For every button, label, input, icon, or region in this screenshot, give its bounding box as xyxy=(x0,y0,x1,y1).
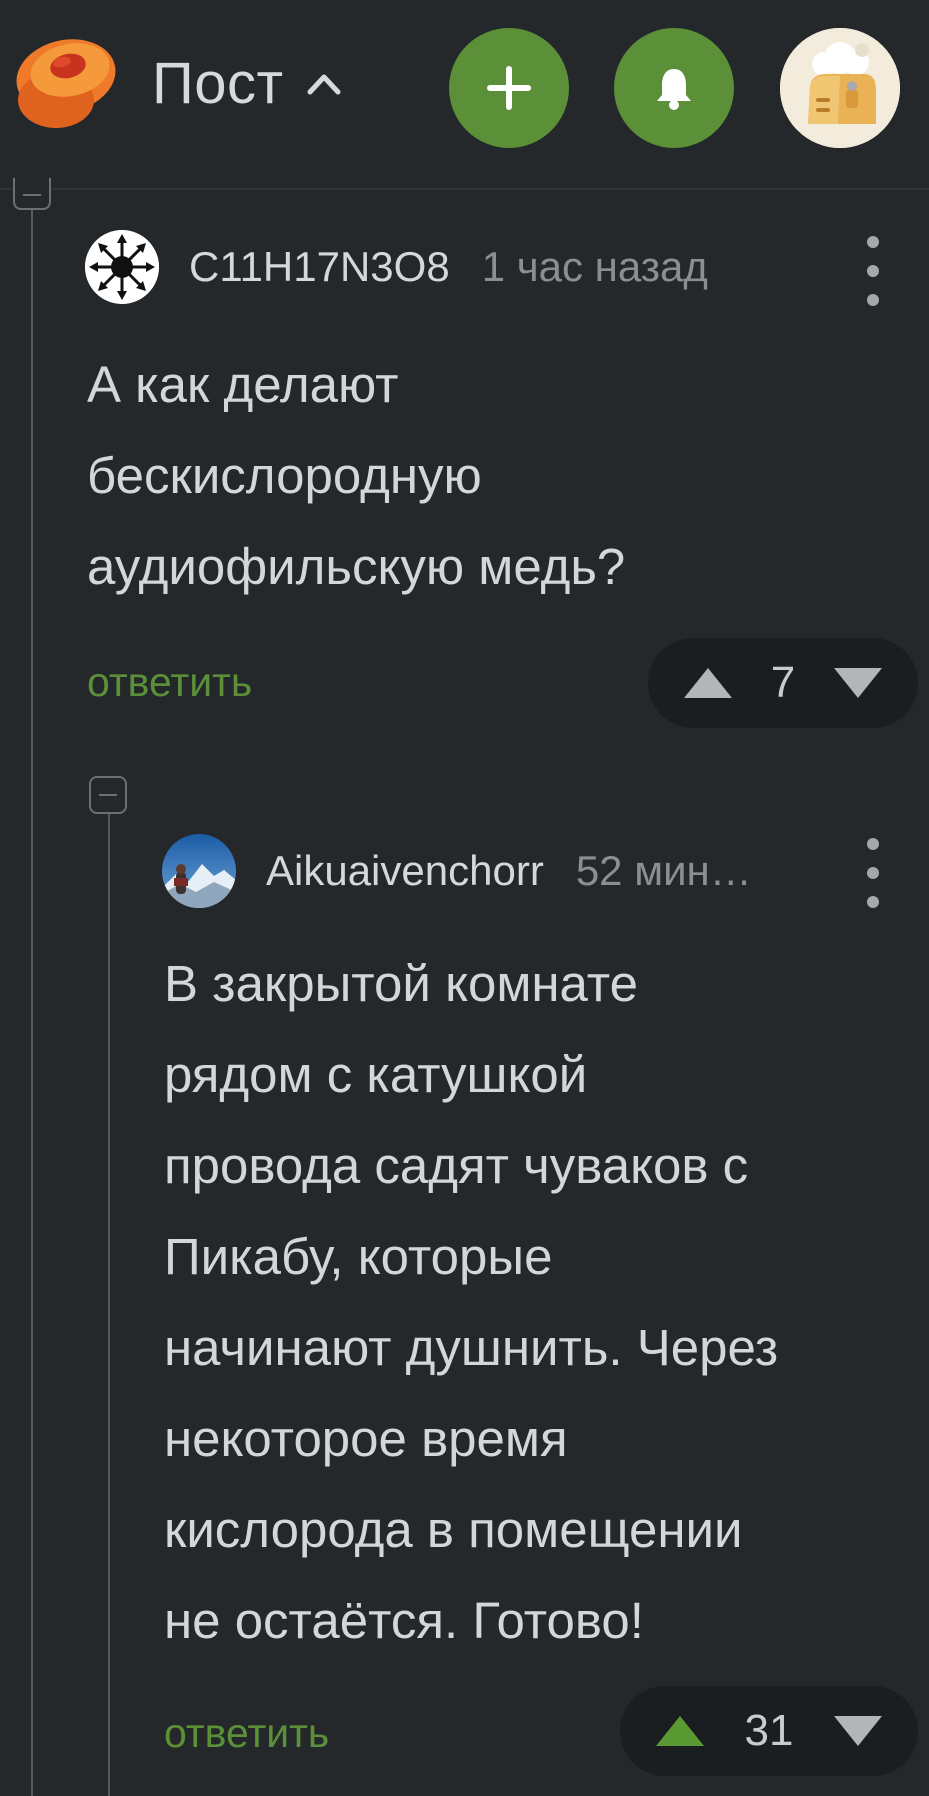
page-title: Пост xyxy=(152,50,284,116)
comment-header: Aikuaivenchorr 52 мин… xyxy=(162,834,752,908)
vote-count: 31 xyxy=(744,1706,794,1755)
comment-text: В закрытой комнате рядом с катушкой пров… xyxy=(164,955,779,1649)
more-options-icon[interactable] xyxy=(861,838,885,908)
reply-link[interactable]: ответить xyxy=(164,1710,329,1757)
vote-controls: 31 xyxy=(620,1686,918,1776)
mountain-photo-avatar xyxy=(162,834,236,908)
chaos-star-icon xyxy=(85,230,159,304)
collapse-thread-button[interactable] xyxy=(89,776,127,814)
avatar[interactable] xyxy=(162,834,236,908)
comment-time: 52 мин… xyxy=(575,847,752,894)
comment-time: 1 час назад xyxy=(481,243,708,290)
avatar[interactable] xyxy=(85,230,159,304)
pikabu-logo-icon[interactable] xyxy=(10,32,118,132)
user-avatar[interactable] xyxy=(780,28,900,148)
upvote-icon[interactable] xyxy=(654,1714,706,1748)
more-options-icon[interactable] xyxy=(861,236,885,306)
comment-author[interactable]: C11H17N3O8 xyxy=(189,243,450,291)
bell-icon xyxy=(657,69,691,110)
reply-link[interactable]: ответить xyxy=(87,659,252,706)
page-title-dropdown[interactable]: Пост xyxy=(152,48,342,118)
downvote-icon[interactable] xyxy=(832,1714,884,1748)
notifications-button[interactable] xyxy=(614,28,734,148)
downvote-icon[interactable] xyxy=(832,666,884,700)
thread-line xyxy=(108,812,110,1796)
top-bar: Пост xyxy=(0,0,929,190)
plus-icon xyxy=(487,66,531,110)
comment-text: А как делают бескислородную аудиофильску… xyxy=(87,356,626,595)
comment-author[interactable]: Aikuaivenchorr xyxy=(266,847,544,895)
thread-line xyxy=(31,190,33,1796)
chevron-up-icon xyxy=(307,74,341,95)
collapse-thread-button[interactable] xyxy=(13,178,51,210)
add-post-button[interactable] xyxy=(449,28,569,148)
vote-controls: 7 xyxy=(648,638,918,728)
upvote-icon[interactable] xyxy=(682,666,734,700)
vote-count: 7 xyxy=(770,658,796,707)
comment-header: C11H17N3O8 1 час назад xyxy=(85,230,708,304)
